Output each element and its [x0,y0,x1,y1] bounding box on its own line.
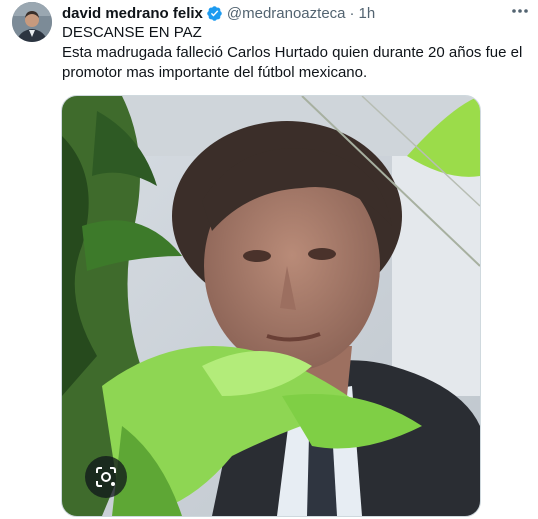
more-options-icon[interactable] [510,4,530,18]
tweet-timestamp[interactable]: 1h [359,5,376,22]
lens-search-button[interactable] [85,456,127,498]
author-name[interactable]: david medrano felix [62,5,203,22]
tweet-header: david medrano felix @medranoazteca · 1h [62,3,508,23]
separator-dot: · [349,4,355,22]
tweet-text-line: DESCANSE EN PAZ [62,24,202,41]
author-avatar[interactable] [12,2,52,42]
tweet-image[interactable] [61,95,481,517]
author-handle[interactable]: @medranoazteca [227,5,346,22]
photo [62,96,480,516]
verified-badge-icon [206,5,223,22]
tweet-text: DESCANSE EN PAZ Esta madrugada falleció … [62,23,538,83]
lens-search-icon [96,467,116,487]
tweet-text-line: Esta madrugada falleció Carlos Hurtado q… [62,44,523,81]
avatar-image [12,2,52,42]
